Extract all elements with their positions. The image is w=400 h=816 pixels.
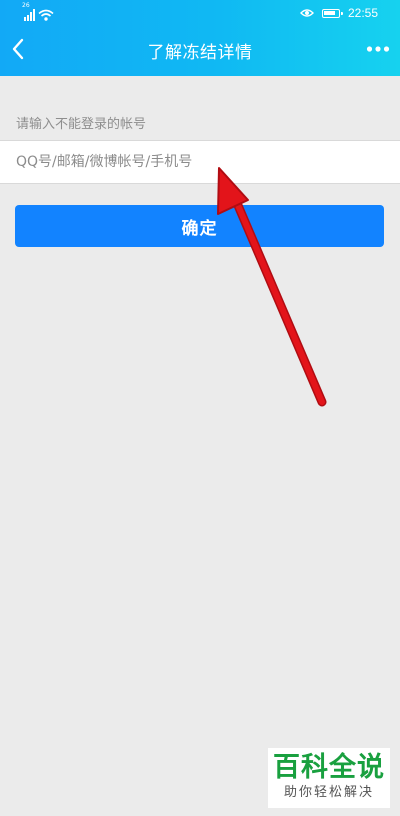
battery-level (323, 10, 335, 15)
page: 26 22:55 了解冻结详情 请输入不能登录的帐号 QQ号/邮箱/微博帐号/手… (0, 0, 400, 816)
battery-icon (321, 8, 343, 18)
status-right-group: 22:55 (299, 3, 378, 23)
eye-icon (299, 9, 314, 17)
red-arrow-icon (217, 167, 327, 407)
watermark-logo: 百科全说 助你轻松解决 (268, 748, 390, 808)
watermark-title: 百科全说 (273, 752, 385, 783)
page-title: 了解冻结详情 (147, 43, 253, 63)
status-time: 22:55 (347, 6, 378, 20)
signal-wifi-group: 26 (22, 2, 54, 21)
wifi-icon (38, 9, 54, 21)
status-bar: 26 22:55 (0, 0, 400, 26)
signal-label: 26 (22, 2, 30, 9)
nav-bar: 了解冻结详情 (0, 26, 400, 76)
account-hint-label: 请输入不能登录的帐号 (16, 117, 147, 132)
more-dots-icon (366, 46, 390, 52)
account-field-container (0, 140, 400, 184)
more-button[interactable] (366, 38, 390, 60)
signal-icon (24, 9, 35, 21)
account-input[interactable] (0, 141, 400, 183)
confirm-button[interactable]: 确定 (15, 205, 384, 247)
header: 26 22:55 了解冻结详情 (0, 0, 400, 76)
watermark-subtitle: 助你轻松解决 (283, 785, 374, 800)
